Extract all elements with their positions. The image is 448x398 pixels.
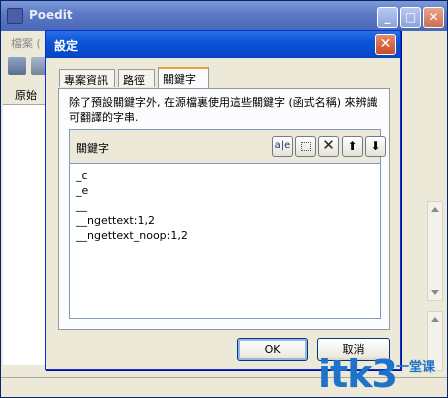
arrow-down-icon: ⬇ — [370, 139, 381, 153]
keywords-list-toolbar: 關鍵字 a|e ✕ ⬆ ⬇ — [69, 129, 386, 163]
list-item[interactable]: __ngettext_noop:1,2 — [70, 228, 380, 243]
scroll-up-arrow-icon[interactable] — [431, 207, 439, 212]
scrollbar-upper[interactable] — [427, 201, 443, 301]
watermark-logo: itk3 — [318, 352, 398, 396]
arrow-up-icon: ⬆ — [347, 139, 358, 153]
new-item-icon — [301, 142, 311, 151]
scroll-down-arrow-icon[interactable] — [431, 290, 439, 295]
watermark-subtext: 一堂课 — [396, 360, 436, 375]
main-window-titlebar[interactable]: Poedit _ □ ✕ — [1, 1, 447, 31]
source-column-header[interactable]: 原始字 — [3, 83, 47, 118]
minimize-button[interactable]: _ — [377, 7, 398, 28]
dialog-titlebar[interactable]: 設定 ✕ — [46, 31, 400, 58]
keywords-tab-panel: 除了預設關鍵字外, 在源檔裏使用這些關鍵字 (函式名稱) 來辨識可翻譯的字串. … — [58, 88, 390, 330]
delete-keyword-button[interactable]: ✕ — [318, 136, 339, 157]
keywords-description: 除了預設關鍵字外, 在源檔裏使用這些關鍵字 (函式名稱) 來辨識可翻譯的字串. — [69, 96, 378, 124]
delete-icon: ✕ — [322, 136, 335, 154]
move-down-button[interactable]: ⬇ — [365, 136, 386, 157]
move-up-button[interactable]: ⬆ — [342, 136, 363, 157]
dialog-close-button[interactable]: ✕ — [375, 34, 396, 55]
scroll-up-arrow-icon[interactable] — [431, 317, 439, 322]
ok-button[interactable]: OK — [237, 338, 308, 361]
settings-dialog: 設定 ✕ 專案資訊 路徑 關鍵字 除了預設關鍵字外, 在源檔裏使用這些關鍵字 (… — [45, 30, 401, 370]
menu-file[interactable]: 檔案 ( — [3, 32, 43, 52]
tab-project-info[interactable]: 專案資訊 — [59, 69, 115, 87]
list-item[interactable]: _c — [70, 168, 380, 183]
tab-paths[interactable]: 路徑 — [118, 69, 155, 87]
main-close-button[interactable]: ✕ — [423, 7, 444, 28]
list-item[interactable]: __ — [70, 198, 380, 213]
dialog-title: 設定 — [54, 39, 79, 53]
keywords-list[interactable]: _c _e __ __ngettext:1,2 __ngettext_noop:… — [69, 163, 381, 319]
poedit-app-icon — [7, 8, 23, 24]
tab-keywords[interactable]: 關鍵字 — [158, 67, 209, 88]
main-window-title: Poedit — [29, 8, 73, 22]
list-item[interactable]: __ngettext:1,2 — [70, 213, 380, 228]
keywords-list-label: 關鍵字 — [76, 142, 109, 155]
maximize-button[interactable]: □ — [400, 7, 421, 28]
list-item[interactable]: _e — [70, 183, 380, 198]
new-keyword-button[interactable] — [295, 136, 316, 157]
open-folder-icon[interactable] — [8, 57, 26, 75]
translation-list[interactable] — [3, 105, 47, 365]
rename-icon: a|e — [274, 140, 291, 151]
main-toolbar — [3, 53, 49, 81]
edit-keyword-button[interactable]: a|e — [272, 136, 293, 157]
